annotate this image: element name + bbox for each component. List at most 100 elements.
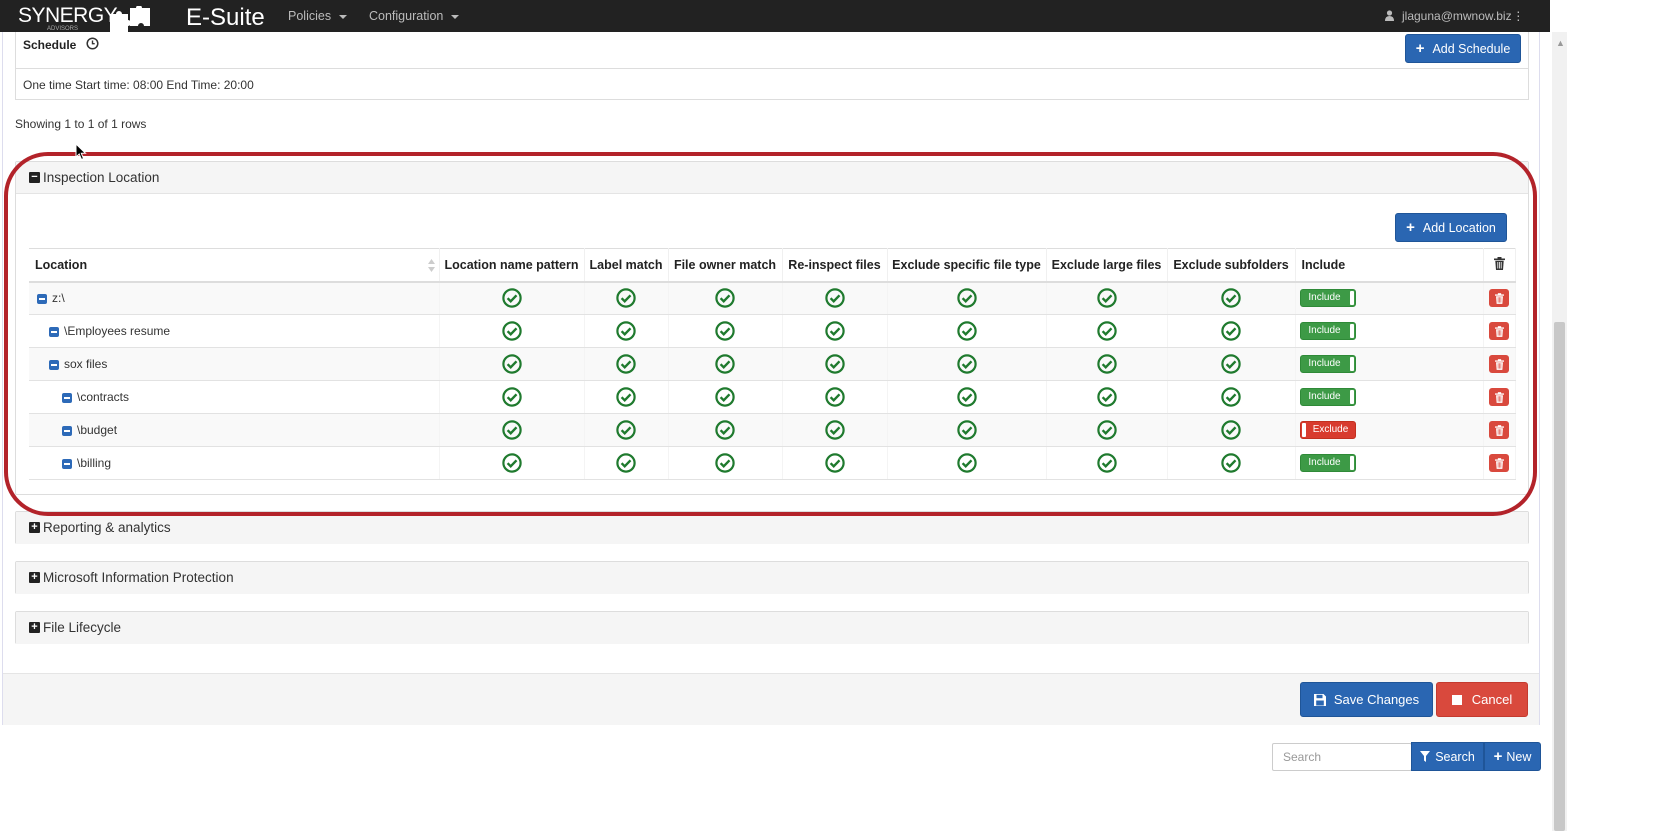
delete-row-button[interactable] — [1489, 421, 1509, 439]
check-cell — [1167, 347, 1296, 381]
microsoft-information-protection-panel[interactable]: + Microsoft Information Protection — [15, 561, 1529, 594]
location-name: \billing — [77, 456, 112, 470]
check-cell — [887, 347, 1047, 381]
trash-icon[interactable] — [1493, 256, 1505, 270]
include-toggle[interactable]: Exclude — [1299, 421, 1356, 439]
inspection-location-header[interactable]: − Inspection Location — [16, 162, 1528, 194]
trash-icon — [1494, 292, 1504, 304]
collapse-node-icon[interactable] — [62, 392, 72, 403]
check-circle-icon — [501, 288, 522, 308]
check-cell — [1167, 380, 1296, 414]
new-button[interactable]: + New — [1484, 742, 1541, 771]
check-circle-icon — [501, 321, 522, 341]
plus-icon: + — [1415, 39, 1425, 57]
nav-policies-menu[interactable]: Policies — [288, 9, 348, 23]
delete-cell — [1483, 314, 1516, 348]
location-name: \budget — [77, 423, 118, 437]
reporting-analytics-header[interactable]: + Reporting & analytics — [16, 512, 1528, 544]
schedule-panel: Schedule One time Start time: 08:00 End … — [15, 32, 1529, 100]
delete-row-button[interactable] — [1489, 388, 1509, 406]
delete-row-button[interactable] — [1489, 289, 1509, 308]
column-header-delete — [1483, 248, 1516, 283]
check-cell — [668, 281, 783, 315]
collapse-node-icon[interactable] — [49, 359, 59, 370]
check-circle-icon — [956, 387, 977, 407]
file-lifecycle-title: File Lifecycle — [43, 620, 122, 635]
location-name: z:\ — [52, 291, 65, 306]
column-header-exclude-specific-file-type: Exclude specific file type — [887, 248, 1047, 283]
check-circle-icon — [956, 453, 977, 473]
check-circle-icon — [1221, 354, 1241, 374]
user-email-menu[interactable]: jlaguna@mwnow.biz — [1402, 9, 1512, 23]
check-cell — [1046, 446, 1168, 480]
nav-configuration-menu[interactable]: Configuration — [369, 9, 460, 23]
delete-row-button[interactable] — [1489, 322, 1509, 340]
collapse-node-icon[interactable] — [62, 425, 72, 436]
delete-cell — [1483, 347, 1516, 381]
trash-icon — [1494, 325, 1504, 337]
search-input[interactable] — [1272, 743, 1412, 771]
check-cell — [1167, 314, 1296, 348]
check-cell — [1046, 347, 1168, 381]
check-circle-icon — [1096, 321, 1117, 341]
brand-synergy-logo[interactable]: SYNERGY — [18, 4, 118, 28]
include-toggle[interactable]: Include — [1299, 454, 1356, 472]
check-cell — [782, 281, 888, 315]
reporting-analytics-panel[interactable]: + Reporting & analytics — [15, 511, 1529, 544]
delete-cell — [1483, 380, 1516, 414]
check-cell — [668, 413, 783, 447]
include-toggle[interactable]: Include — [1299, 355, 1356, 373]
check-cell — [439, 413, 585, 447]
trash-icon — [1494, 391, 1504, 403]
delete-row-button[interactable] — [1489, 454, 1509, 472]
add-schedule-button[interactable]: + Add Schedule — [1405, 34, 1521, 63]
check-circle-icon — [715, 354, 735, 374]
location-name: sox files — [64, 357, 108, 371]
location-cell: z:\ — [29, 281, 440, 315]
microsoft-information-protection-header[interactable]: + Microsoft Information Protection — [16, 562, 1528, 594]
table-row: \Employees resume Include — [29, 314, 1516, 348]
check-cell — [584, 347, 669, 381]
schedule-title: Schedule — [23, 38, 77, 52]
check-cell — [584, 380, 669, 414]
check-circle-icon — [715, 420, 735, 440]
expand-icon[interactable]: + — [29, 622, 40, 633]
check-circle-icon — [956, 288, 977, 308]
sort-icon[interactable] — [427, 259, 435, 272]
search-button[interactable]: Search — [1411, 742, 1484, 771]
collapse-node-icon[interactable] — [37, 294, 47, 305]
file-lifecycle-header[interactable]: + File Lifecycle — [16, 612, 1528, 644]
brand-esuite-logo[interactable]: E-Suite — [186, 4, 265, 32]
include-toggle[interactable]: Include — [1299, 388, 1356, 406]
location-table-body: z:\ Include \Employees resume Include sox fi… — [29, 281, 1516, 480]
delete-row-button[interactable] — [1489, 355, 1509, 373]
scroll-up-icon[interactable]: ▲ — [1556, 38, 1565, 48]
check-circle-icon — [1096, 420, 1117, 440]
add-location-button[interactable]: + Add Location — [1395, 213, 1507, 242]
file-lifecycle-panel[interactable]: + File Lifecycle — [15, 611, 1529, 644]
location-cell: sox files — [29, 347, 440, 381]
column-header-location[interactable]: Location — [29, 248, 440, 283]
location-cell: \budget — [29, 413, 440, 447]
cancel-button[interactable]: Cancel — [1436, 682, 1528, 717]
check-cell — [887, 413, 1047, 447]
more-vertical-icon[interactable]: · · · — [1516, 4, 1521, 26]
clock-icon — [86, 37, 99, 50]
expand-icon[interactable]: + — [29, 572, 40, 583]
user-icon — [1385, 10, 1394, 21]
include-toggle[interactable]: Include — [1299, 289, 1356, 308]
collapse-node-icon[interactable] — [62, 458, 72, 469]
check-circle-icon — [501, 387, 522, 407]
reporting-analytics-title: Reporting & analytics — [43, 520, 171, 535]
check-cell — [1046, 380, 1168, 414]
check-circle-icon — [824, 420, 845, 440]
include-toggle[interactable]: Include — [1299, 322, 1356, 340]
check-circle-icon — [616, 321, 636, 341]
check-cell — [782, 413, 888, 447]
check-circle-icon — [715, 288, 735, 308]
collapse-node-icon[interactable] — [49, 326, 59, 337]
expand-icon[interactable]: + — [29, 522, 40, 533]
save-changes-button[interactable]: Save Changes — [1300, 682, 1433, 717]
collapse-icon[interactable]: − — [29, 172, 40, 183]
page-scrollbar-thumb[interactable] — [1554, 322, 1565, 831]
